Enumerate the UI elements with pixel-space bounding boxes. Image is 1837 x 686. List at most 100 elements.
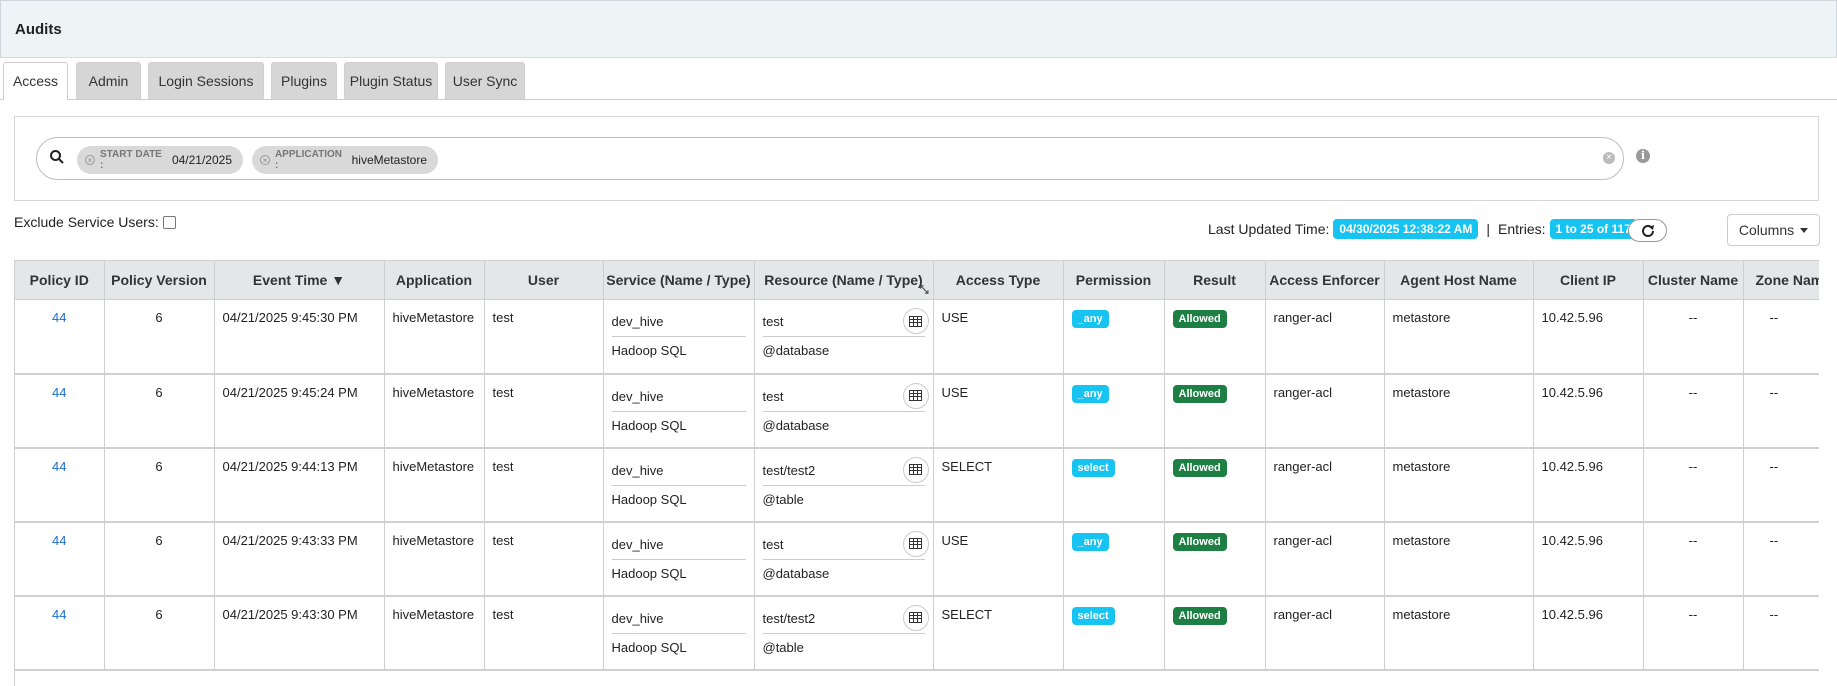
remove-chip-icon[interactable]: ×	[85, 155, 95, 165]
table-row[interactable]: 44 6 04/21/2025 9:45:24 PM hiveMetastore…	[15, 373, 1819, 449]
table-icon[interactable]	[902, 604, 929, 631]
permission-badge: select	[1071, 458, 1115, 477]
col-access-type[interactable]: Access Type	[933, 261, 1064, 300]
agent-host-name: metastore	[1384, 521, 1534, 597]
search-input[interactable]: × START DATE : 04/21/2025 × APPLICATION …	[36, 137, 1624, 180]
resource-cell: test @database	[762, 530, 929, 581]
expand-icon[interactable]: ⤡	[920, 284, 929, 297]
table-row[interactable]: 44 6 04/21/2025 9:45:30 PM hiveMetastore…	[15, 299, 1819, 375]
service-name: dev_hive	[611, 386, 746, 412]
user: test	[484, 521, 604, 597]
event-time: 04/21/2025 9:43:33 PM	[214, 521, 385, 597]
tab-plugin-status[interactable]: Plugin Status	[344, 62, 438, 99]
audit-table: Policy ID Policy Version Event Time ▼ Ap…	[14, 260, 1819, 686]
col-zone-name[interactable]: Zone Nam	[1743, 261, 1819, 300]
access-enforcer: ranger-acl	[1265, 447, 1385, 523]
col-client-ip[interactable]: Client IP	[1533, 261, 1644, 300]
result-badge: Allowed	[1172, 606, 1227, 625]
entries-badge: 1 to 25 of 117	[1549, 219, 1637, 239]
col-policy-id[interactable]: Policy ID	[15, 261, 105, 300]
col-user[interactable]: User	[484, 261, 604, 300]
columns-button[interactable]: Columns	[1727, 214, 1820, 246]
permission-badge: _any	[1071, 532, 1109, 551]
service-cell: dev_hive Hadoop SQL	[611, 386, 746, 433]
col-application[interactable]: Application	[384, 261, 485, 300]
user: test	[484, 447, 604, 523]
cluster-name: --	[1643, 447, 1744, 523]
zone-name: --	[1743, 521, 1819, 597]
policy-id-link[interactable]: 44	[52, 310, 66, 325]
client-ip: 10.42.5.96	[1533, 373, 1644, 449]
tab-divider	[0, 99, 1837, 100]
event-time: 04/21/2025 9:45:24 PM	[214, 373, 385, 449]
application: hiveMetastore	[384, 595, 485, 671]
access-enforcer: ranger-acl	[1265, 595, 1385, 671]
cluster-name: --	[1643, 521, 1744, 597]
remove-chip-icon[interactable]: ×	[260, 155, 270, 165]
permission-badge: _any	[1071, 384, 1109, 403]
resource-type: @database	[762, 417, 830, 433]
table-icon[interactable]	[902, 382, 929, 409]
tab-user-sync[interactable]: User Sync	[445, 62, 525, 99]
policy-id-link[interactable]: 44	[52, 607, 66, 622]
policy-version: 6	[104, 447, 215, 523]
col-cluster-name[interactable]: Cluster Name	[1643, 261, 1744, 300]
permission-badge: select	[1071, 606, 1115, 625]
result-badge: Allowed	[1172, 384, 1227, 403]
resource-cell: test @database	[762, 382, 929, 433]
col-access-enforcer[interactable]: Access Enforcer	[1265, 261, 1385, 300]
tab-login-sessions[interactable]: Login Sessions	[148, 62, 264, 99]
resource-cell: test/test2 @table	[762, 604, 929, 655]
table-icon[interactable]	[902, 530, 929, 557]
application: hiveMetastore	[384, 299, 485, 375]
resource-name: test/test2	[762, 462, 816, 478]
access-type: USE	[933, 373, 1064, 449]
service-cell: dev_hive Hadoop SQL	[611, 534, 746, 581]
client-ip: 10.42.5.96	[1533, 595, 1644, 671]
cluster-name: --	[1643, 595, 1744, 671]
table-row[interactable]: 44 6 04/21/2025 9:43:30 PM hiveMetastore…	[15, 595, 1819, 671]
result-badge: Allowed	[1172, 532, 1227, 551]
last-updated-badge: 04/30/2025 12:38:22 AM	[1333, 219, 1479, 239]
service-name: dev_hive	[611, 608, 746, 634]
page-header: Audits	[0, 0, 1837, 58]
info-icon[interactable]: i	[1636, 149, 1650, 163]
filter-chip-start-date[interactable]: × START DATE : 04/21/2025	[77, 146, 243, 174]
audit-meta: Last Updated Time: 04/30/2025 12:38:22 A…	[1208, 219, 1637, 239]
policy-id-link[interactable]: 44	[52, 385, 66, 400]
user: test	[484, 595, 604, 671]
result-badge: Allowed	[1172, 458, 1227, 477]
resource-name: test/test2	[762, 610, 816, 626]
col-permission[interactable]: Permission	[1063, 261, 1165, 300]
table-icon[interactable]	[902, 456, 929, 483]
col-resource[interactable]: Resource (Name / Type) ⤡	[754, 261, 934, 300]
resource-type: @table	[762, 491, 804, 507]
client-ip: 10.42.5.96	[1533, 299, 1644, 375]
exclude-service-users-checkbox[interactable]	[162, 215, 176, 229]
service-type: Hadoop SQL	[611, 565, 687, 581]
tab-admin[interactable]: Admin	[76, 62, 141, 99]
col-result[interactable]: Result	[1164, 261, 1266, 300]
table-row[interactable]: 44 6 04/21/2025 9:43:33 PM hiveMetastore…	[15, 521, 1819, 597]
service-type: Hadoop SQL	[611, 491, 687, 507]
service-name: dev_hive	[611, 460, 746, 486]
zone-name: --	[1743, 595, 1819, 671]
policy-id-link[interactable]: 44	[52, 459, 66, 474]
filter-chip-application[interactable]: × APPLICATION : hiveMetastore	[252, 146, 438, 174]
exclude-service-users: Exclude Service Users:	[14, 214, 176, 230]
col-event-time[interactable]: Event Time ▼	[214, 261, 385, 300]
client-ip: 10.42.5.96	[1533, 447, 1644, 523]
col-service[interactable]: Service (Name / Type)	[603, 261, 755, 300]
table-icon[interactable]	[902, 308, 929, 334]
col-policy-version[interactable]: Policy Version	[104, 261, 215, 300]
application: hiveMetastore	[384, 447, 485, 523]
service-cell: dev_hive Hadoop SQL	[611, 311, 746, 358]
service-type: Hadoop SQL	[611, 343, 687, 358]
tab-plugins[interactable]: Plugins	[271, 62, 337, 99]
table-row[interactable]: 44 6 04/21/2025 9:44:13 PM hiveMetastore…	[15, 447, 1819, 523]
policy-id-link[interactable]: 44	[52, 533, 66, 548]
tab-access[interactable]: Access	[3, 62, 68, 100]
col-agent-host-name[interactable]: Agent Host Name	[1384, 261, 1534, 300]
clear-icon[interactable]: ×	[1603, 152, 1615, 164]
refresh-button[interactable]	[1628, 219, 1667, 242]
